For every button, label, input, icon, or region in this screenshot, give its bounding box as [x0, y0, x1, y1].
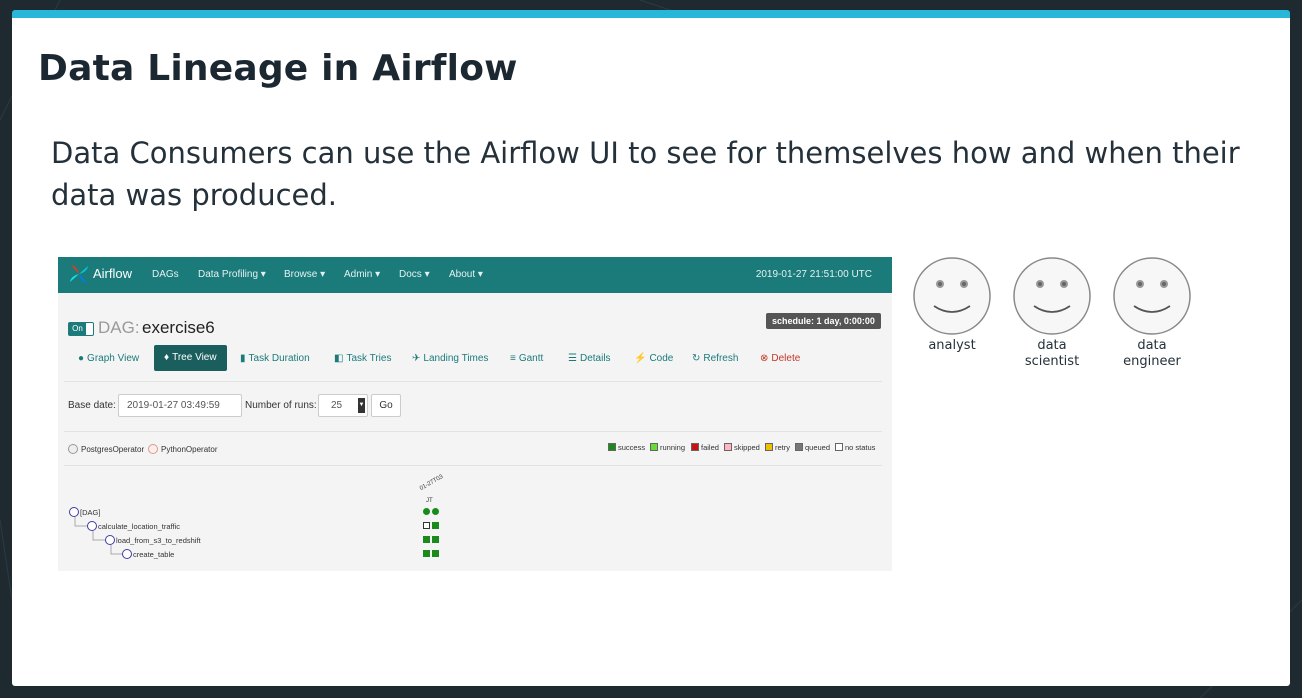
run-column-subheader: JT: [426, 498, 433, 504]
task-node-circle: [69, 507, 79, 517]
task-instance-cell[interactable]: [423, 522, 430, 529]
task-instance-cell[interactable]: [432, 536, 439, 543]
slide-body-text: Data Consumers can use the Airflow UI to…: [51, 136, 1240, 212]
tree-node-dag[interactable]: [DAG]: [69, 507, 100, 517]
smiley-face-icon: [1113, 257, 1191, 335]
airflow-screenshot: Airflow DAGs Data Profiling ▾ Browse ▾ A…: [58, 257, 892, 571]
persona-label: analyst: [928, 338, 976, 353]
task-instance-cell[interactable]: [432, 550, 439, 557]
persona-label: data scientist: [1024, 338, 1080, 369]
tree-node-calculate-location-traffic[interactable]: calculate_location_traffic: [87, 521, 180, 531]
task-node-circle: [122, 549, 132, 559]
tree-connectors: [74, 517, 124, 555]
dag-run-status[interactable]: [432, 508, 439, 515]
task-node-circle: [105, 535, 115, 545]
tree-node-load-from-s3[interactable]: load_from_s3_to_redshift: [105, 535, 201, 545]
smiley-face-icon: [1013, 257, 1091, 335]
dag-run-status[interactable]: [423, 508, 430, 515]
task-instance-cell[interactable]: [423, 536, 430, 543]
slide-title: Data Lineage in Airflow: [38, 48, 518, 89]
task-instance-cell[interactable]: [432, 522, 439, 529]
persona-analyst: analyst: [897, 256, 1007, 354]
persona-data-scientist: data scientist: [997, 256, 1107, 370]
persona-data-engineer: data engineer: [1097, 256, 1207, 370]
smiley-face-icon: [913, 257, 991, 335]
task-instance-cell[interactable]: [423, 550, 430, 557]
tree-node-create-table[interactable]: create_table: [122, 549, 174, 559]
task-node-circle: [87, 521, 97, 531]
persona-label: data engineer: [1123, 338, 1181, 369]
slide: Data Lineage in Airflow Data Consumers c…: [12, 10, 1290, 686]
